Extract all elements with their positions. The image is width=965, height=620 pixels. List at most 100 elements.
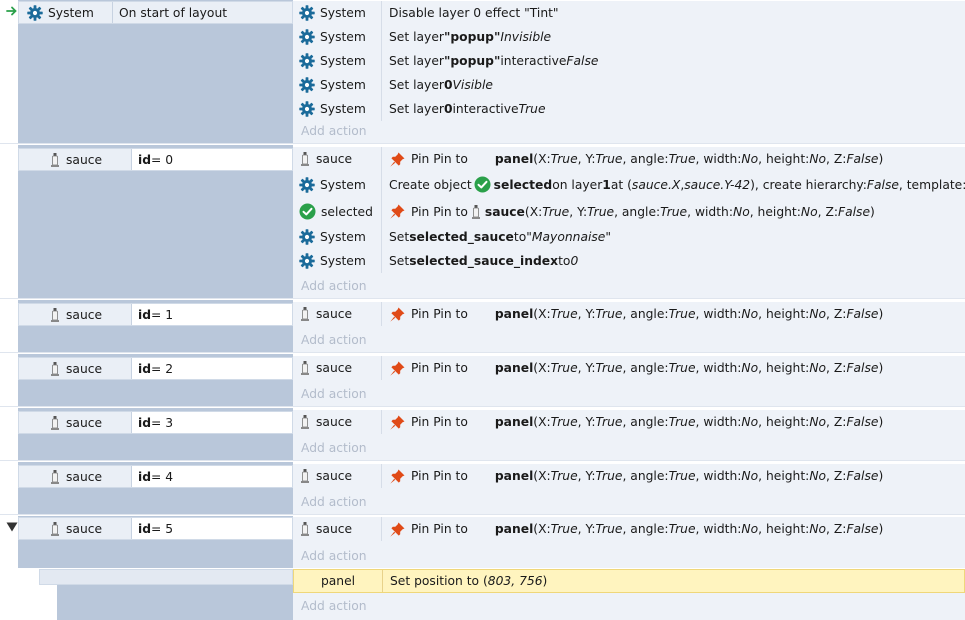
condition-text[interactable]: On start of layout	[113, 2, 292, 23]
action-text[interactable]: Pin Pin to panel (X: True, Y: True, angle…	[382, 521, 883, 538]
condition-row[interactable]: sauce id = 1	[18, 303, 293, 326]
text-run: , template: ""	[898, 177, 965, 192]
action-row[interactable]: sauce Pin Pin to panel (X: True, Y: True, …	[293, 147, 965, 171]
action-object[interactable]: System	[293, 225, 382, 249]
condition-object[interactable]: sauce	[19, 412, 102, 433]
add-action-link[interactable]: Add action	[301, 546, 367, 566]
action-object[interactable]: sauce	[293, 517, 382, 541]
event-block[interactable]: sauce id = 2 sauce Pin Pin to panel (X: Tr…	[0, 354, 965, 406]
condition-row[interactable]: sauce id = 4	[18, 465, 293, 488]
event-block[interactable]: System On start of layout System Disable …	[0, 0, 965, 143]
condition-text[interactable]: id = 2	[132, 358, 292, 379]
condition-text[interactable]: id = 5	[132, 518, 292, 539]
action-text[interactable]: Pin Pin to panel (X: True, Y: True, angle…	[382, 360, 883, 377]
event-sheet[interactable]: System On start of layout System Disable …	[0, 0, 965, 620]
action-text[interactable]: Set selected_sauce to "Mayonnaise"	[382, 230, 611, 244]
add-action-link[interactable]: Add action	[301, 121, 367, 141]
action-object[interactable]: System	[293, 49, 382, 73]
action-text[interactable]: Set layer 0 Visible	[382, 78, 493, 92]
condition-text[interactable]: id = 3	[132, 412, 292, 433]
action-row[interactable]: sauce Pin Pin to panel (X: True, Y: True, …	[293, 517, 965, 541]
condition-object[interactable]: sauce	[19, 149, 102, 170]
event-block[interactable]: sauce id = 3 sauce Pin Pin to panel (X: Tr…	[0, 408, 965, 460]
action-row[interactable]: System Set layer "popup" Invisible	[293, 25, 965, 49]
action-object[interactable]: System	[293, 97, 382, 121]
event-block[interactable]: sauce id = 4 sauce Pin Pin to panel (X: Tr…	[0, 462, 965, 514]
action-list[interactable]: sauce Pin Pin to panel (X: True, Y: True, …	[293, 517, 965, 568]
condition-object[interactable]: sauce	[19, 518, 102, 539]
action-text[interactable]: Pin Pin to panel (X: True, Y: True, angle…	[382, 414, 883, 431]
action-text[interactable]: Pin Pin to panel (X: True, Y: True, angle…	[382, 468, 883, 485]
action-text[interactable]: Set selected_sauce_index to 0	[382, 254, 578, 268]
action-row[interactable]: System Set selected_sauce to "Mayonnaise"	[293, 225, 965, 249]
collapse-triangle-icon[interactable]	[6, 521, 18, 535]
action-object[interactable]: System	[293, 249, 382, 273]
condition-text[interactable]: id = 1	[132, 304, 292, 325]
action-row[interactable]: sauce Pin Pin to panel (X: True, Y: True, …	[293, 302, 965, 326]
condition-row[interactable]: sauce id = 5	[18, 517, 293, 540]
action-list[interactable]: panel Set position to (803, 756) Add actio…	[293, 569, 965, 620]
action-object[interactable]: System	[293, 1, 382, 25]
condition-text[interactable]: id = 4	[132, 466, 292, 487]
action-object[interactable]: System	[293, 73, 382, 97]
action-object[interactable]: System	[293, 171, 382, 198]
action-list[interactable]: sauce Pin Pin to panel (X: True, Y: True, …	[293, 356, 965, 406]
action-object[interactable]: selected	[293, 198, 382, 225]
event-block[interactable]: sauce id = 0 sauce Pin Pin to panel (X: Tr…	[0, 145, 965, 298]
condition-row[interactable]: sauce id = 0	[18, 148, 293, 171]
add-action-link[interactable]: Add action	[301, 596, 367, 616]
add-action-link[interactable]: Add action	[301, 384, 367, 404]
action-text[interactable]: Set layer 0 interactive True	[382, 102, 546, 116]
action-text[interactable]: Set layer "popup" interactive False	[382, 54, 598, 68]
action-row[interactable]: System Set layer 0 Visible	[293, 73, 965, 97]
action-text[interactable]: Pin Pin to panel (X: True, Y: True, angle…	[382, 306, 883, 323]
condition-row[interactable]: System On start of layout	[18, 1, 293, 24]
text-run: , Z:	[826, 152, 847, 166]
action-list[interactable]: sauce Pin Pin to panel (X: True, Y: True, …	[293, 410, 965, 460]
event-block[interactable]: sauce id = 1 sauce Pin Pin to panel (X: Tr…	[0, 300, 965, 352]
action-text[interactable]: Create object selected on layer 1 at (sa…	[382, 176, 965, 193]
event-block[interactable]: sauce id = 5 sauce Pin Pin to panel (X: Tr…	[0, 516, 965, 568]
add-action-link[interactable]: Add action	[301, 438, 367, 458]
action-object[interactable]: sauce	[293, 356, 382, 380]
action-row[interactable]: System Create object selected on layer 1 …	[293, 171, 965, 198]
action-object[interactable]: sauce	[293, 302, 382, 326]
text-run: Disable layer 0 effect "Tint"	[389, 6, 559, 20]
action-list[interactable]: System Disable layer 0 effect "Tint" Syste…	[293, 1, 965, 143]
action-list[interactable]: sauce Pin Pin to panel (X: True, Y: True, …	[293, 147, 965, 298]
action-text[interactable]: Disable layer 0 effect "Tint"	[382, 6, 559, 20]
action-row[interactable]: sauce Pin Pin to panel (X: True, Y: True, …	[293, 410, 965, 434]
action-object[interactable]: sauce	[293, 410, 382, 434]
condition-object[interactable]: sauce	[19, 466, 102, 487]
action-object[interactable]: System	[293, 25, 382, 49]
action-object[interactable]: sauce	[293, 464, 382, 488]
action-text[interactable]: Pin Pin to sauce (X: True, Y: True, angl…	[382, 203, 875, 220]
action-text[interactable]: Set position to (803, 756)	[383, 574, 547, 588]
action-row[interactable]: panel Set position to (803, 756)	[293, 569, 965, 593]
condition-object[interactable]: sauce	[19, 358, 102, 379]
action-row[interactable]: sauce Pin Pin to panel (X: True, Y: True, …	[293, 356, 965, 380]
action-row[interactable]: sauce Pin Pin to panel (X: True, Y: True, …	[293, 464, 965, 488]
condition-object[interactable]: System	[19, 2, 94, 23]
condition-text[interactable]: id = 0	[132, 149, 292, 170]
action-object[interactable]: sauce	[293, 147, 382, 171]
action-text[interactable]: Set layer "popup" Invisible	[382, 30, 551, 44]
action-row[interactable]: selected Pin Pin to sauce (X: True, Y: Tr…	[293, 198, 965, 225]
action-object[interactable]: panel	[294, 570, 383, 592]
action-row[interactable]: System Set layer "popup" interactive Fals…	[293, 49, 965, 73]
condition-row[interactable]: sauce id = 2	[18, 357, 293, 380]
action-row[interactable]: System Set layer 0 interactive True	[293, 97, 965, 121]
sub-event-condition-row[interactable]	[39, 569, 293, 585]
add-action-link[interactable]: Add action	[301, 276, 367, 296]
action-list[interactable]: sauce Pin Pin to panel (X: True, Y: True, …	[293, 302, 965, 352]
sub-event-block[interactable]: panel Set position to (803, 756) Add actio…	[0, 569, 965, 620]
condition-object[interactable]: sauce	[19, 304, 102, 325]
action-row[interactable]: System Set selected_sauce_index to 0	[293, 249, 965, 273]
add-action-link[interactable]: Add action	[301, 492, 367, 512]
action-row[interactable]: System Disable layer 0 effect "Tint"	[293, 1, 965, 25]
action-list[interactable]: sauce Pin Pin to panel (X: True, Y: True, …	[293, 464, 965, 514]
text-run: )	[878, 307, 884, 321]
condition-row[interactable]: sauce id = 3	[18, 411, 293, 434]
action-text[interactable]: Pin Pin to panel (X: True, Y: True, angle…	[382, 151, 883, 168]
add-action-link[interactable]: Add action	[301, 330, 367, 350]
